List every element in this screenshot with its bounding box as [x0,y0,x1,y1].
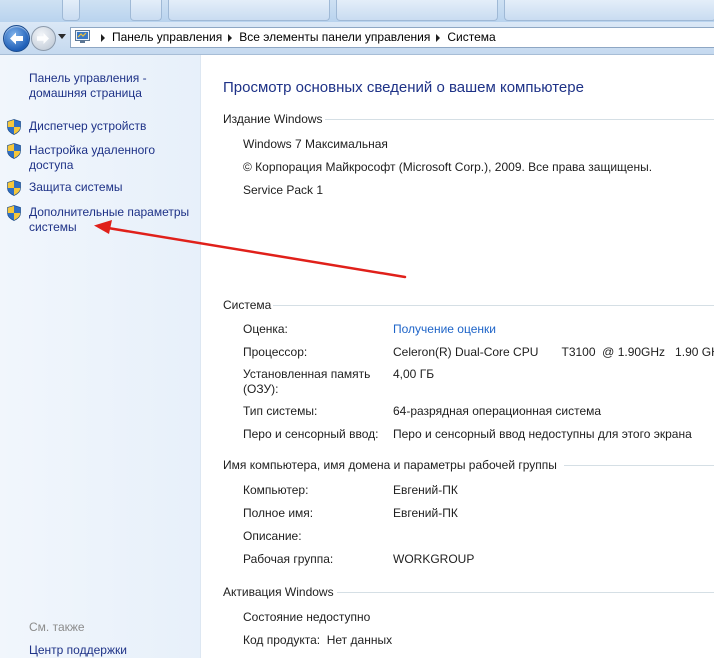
divider [564,465,714,466]
taskbar-tab[interactable] [62,0,80,21]
full-name-label: Полное имя: [243,506,314,520]
rating-label: Оценка: [243,322,288,336]
computer-name-header: Имя компьютера, имя домена и параметры р… [223,458,557,472]
breadcrumb-separator-icon[interactable] [228,33,233,42]
pen-touch-value: Перо и сенсорный ввод недоступны для это… [393,427,692,441]
breadcrumb: Панель управления Все элементы панели упр… [95,28,496,47]
task-label: Защита системы [29,180,123,194]
taskbar-tab[interactable] [168,0,330,21]
cpu-label: Процессор: [243,345,308,359]
system-type-label: Тип системы: [243,404,318,418]
taskbar-tab[interactable] [336,0,498,21]
divider [337,592,714,593]
back-button[interactable] [3,25,30,52]
workgroup-label: Рабочая группа: [243,552,334,566]
system-type-value: 64-разрядная операционная система [393,404,602,418]
cpu-value: Celeron(R) Dual-Core CPU T3100 @ 1.90GHz… [393,345,714,359]
control-panel-icon [75,30,90,43]
copyright-text: © Корпорация Майкрософт (Microsoft Corp.… [243,160,653,174]
forward-arrow-icon [37,33,49,44]
back-arrow-icon [10,32,23,45]
address-bar[interactable]: Панель управления Все элементы панели упр… [70,27,714,48]
task-label: Настройка удаленного доступа [29,143,156,172]
taskbar-tab[interactable] [504,0,714,21]
main-content: Просмотр основных сведений о вашем компь… [201,55,714,658]
page-title: Просмотр основных сведений о вашем компь… [223,79,584,96]
product-key: Код продукта: Нет данных [243,633,393,647]
description-label: Описание: [243,529,302,543]
divider [325,119,714,120]
forward-button[interactable] [31,26,56,51]
full-name-value: Евгений-ПК [393,506,458,520]
computer-name-label: Компьютер: [243,483,309,497]
ram-value: 4,00 ГБ [393,367,435,381]
breadcrumb-system[interactable]: Система [447,30,495,44]
task-label: Диспетчер устройств [29,119,147,133]
taskbar-tab[interactable] [130,0,162,21]
action-center-link[interactable]: Центр поддержки [29,643,127,657]
service-pack: Service Pack 1 [243,183,324,197]
control-panel-home-link[interactable]: Панель управления - домашняя страница [29,71,194,101]
window-top-strip [0,0,714,22]
workgroup-value: WORKGROUP [393,552,475,566]
uac-shield-icon [7,180,21,196]
task-pane: Панель управления - домашняя страница Ди… [0,55,201,658]
pen-touch-label: Перо и сенсорный ввод: [243,427,379,441]
breadcrumb-all-items[interactable]: Все элементы панели управления [239,30,430,44]
activation-status: Состояние недоступно [243,610,371,624]
divider [273,305,714,306]
breadcrumb-separator-icon[interactable] [101,33,105,42]
see-also-heading: См. также [29,620,85,634]
activation-header: Активация Windows [223,585,334,599]
breadcrumb-control-panel[interactable]: Панель управления [112,30,222,44]
history-dropdown-icon[interactable] [58,34,66,39]
windows-edition-name: Windows 7 Максимальная [243,137,388,151]
uac-shield-icon [7,205,21,221]
uac-shield-icon [7,119,21,135]
edition-header: Издание Windows [223,112,323,126]
breadcrumb-separator-icon[interactable] [436,33,441,42]
computer-name-value: Евгений-ПК [393,483,458,497]
uac-shield-icon [7,143,21,159]
system-header: Система [223,298,272,312]
rating-link[interactable]: Получение оценки [393,322,496,337]
navigation-bar: Панель управления Все элементы панели упр… [0,22,714,55]
task-label: Дополнительные параметры системы [29,205,190,234]
ram-label: Установленная память (ОЗУ): [243,367,371,396]
